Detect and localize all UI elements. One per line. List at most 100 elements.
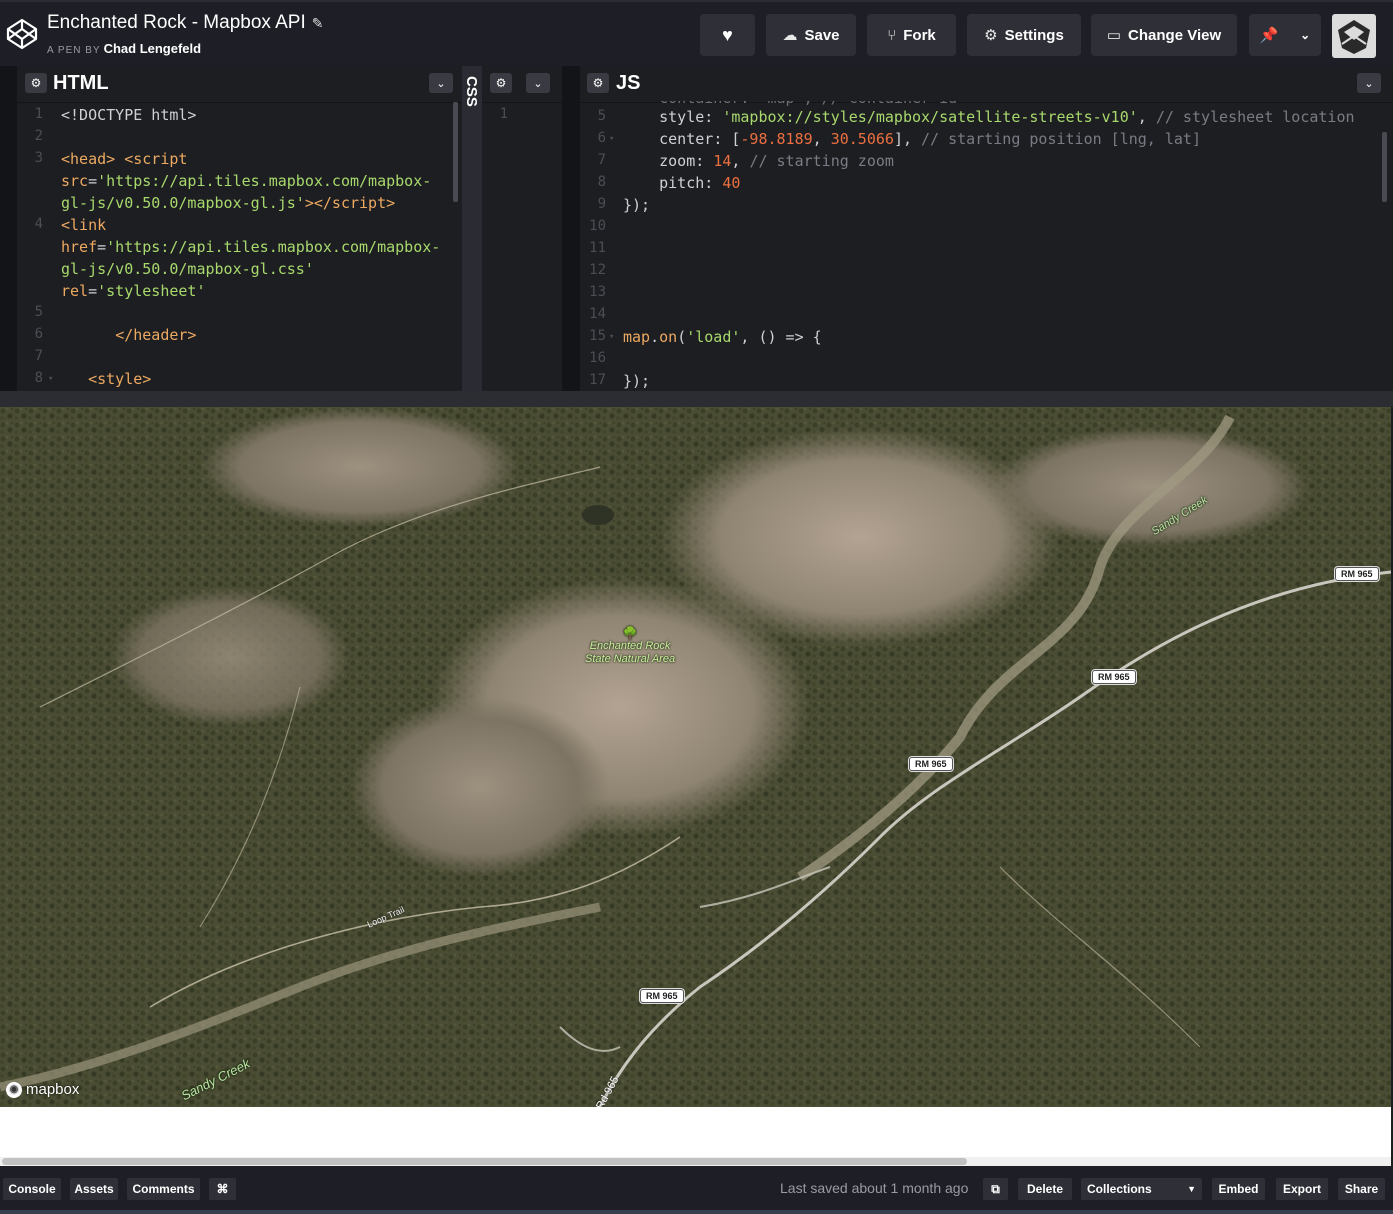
satellite-map[interactable]: 🌳 Enchanted Rock State Natural Area Sand…: [0, 407, 1391, 1107]
js-editor-pane: ⚙ JS ⌄ 5 6 7 8 9 10 11 12 13 14 15 16 17…: [580, 66, 1393, 391]
collections-button[interactable]: Collections ▼: [1081, 1178, 1202, 1200]
scrollbar-thumb[interactable]: [2, 1158, 967, 1165]
pin-button[interactable]: 📌 ⌄: [1249, 14, 1321, 56]
heart-button[interactable]: ♥: [700, 14, 755, 56]
road-shield: RM 965: [640, 989, 684, 1003]
change-view-button[interactable]: ▭ Change View: [1091, 14, 1237, 56]
pin-icon: 📌: [1259, 27, 1279, 44]
park-label-line2: State Natural Area: [585, 653, 676, 665]
mapbox-attribution[interactable]: ◉ mapbox: [6, 1081, 79, 1098]
codepen-logo-icon[interactable]: [6, 18, 38, 50]
line-number: 9: [597, 196, 606, 212]
change-view-label: Change View: [1128, 26, 1222, 44]
user-avatar[interactable]: [1332, 14, 1376, 58]
pen-byline: A PEN BY Chad Lengefeld: [47, 41, 201, 56]
preview-horizontal-scrollbar[interactable]: [0, 1157, 1391, 1166]
avatar-image-icon: [1338, 20, 1370, 54]
comments-button[interactable]: Comments: [127, 1178, 200, 1200]
line-number: 5: [34, 304, 43, 320]
html-editor-pane: ⚙ HTML ⌄ 1 2 3 4 5 6 7 8 ▾ <!DOCTYPE htm…: [17, 66, 462, 391]
code-line: <head> <script: [61, 150, 188, 168]
editor-area: ⚙ HTML ⌄ 1 2 3 4 5 6 7 8 ▾ <!DOCTYPE htm…: [0, 66, 1393, 391]
editor-resize-handle[interactable]: [0, 391, 1393, 407]
js-scrollbar[interactable]: [1382, 132, 1387, 202]
html-editor-title: HTML: [53, 72, 109, 94]
save-button[interactable]: ☁ Save: [766, 14, 856, 56]
collections-label: Collections: [1087, 1182, 1152, 1196]
code-line: rel='stylesheet': [61, 282, 206, 300]
code-line: map.on('load', () => {: [623, 328, 822, 346]
fork-label: Fork: [903, 26, 936, 44]
save-label: Save: [804, 26, 840, 44]
app-header: Enchanted Rock - Mapbox API ✎ A PEN BY Cha…: [0, 0, 1393, 66]
pen-title[interactable]: Enchanted Rock - Mapbox API ✎: [47, 12, 324, 34]
line-number: 10: [589, 218, 606, 234]
line-number: 7: [597, 152, 606, 168]
park-label[interactable]: 🌳 Enchanted Rock State Natural Area: [585, 627, 675, 666]
code-line: <!DOCTYPE html>: [61, 106, 197, 124]
console-button[interactable]: Console: [3, 1178, 61, 1200]
line-number: 8: [597, 174, 606, 190]
code-line: gl-js/v0.50.0/mapbox-gl.js'></script>: [61, 194, 396, 212]
preview-blank-area: [0, 1107, 1391, 1157]
code-line: });: [623, 372, 651, 390]
css-tab-label: CSS: [463, 76, 480, 107]
delete-button[interactable]: Delete: [1018, 1178, 1072, 1200]
gear-icon: ⚙: [984, 27, 998, 44]
fold-arrow-icon[interactable]: ▾: [48, 374, 53, 384]
line-number: 6: [597, 130, 606, 146]
line-number: 14: [589, 306, 606, 322]
line-number: 5: [597, 108, 606, 124]
pen-title-text[interactable]: Enchanted Rock - Mapbox API: [47, 12, 306, 33]
js-collapse-chevron-icon[interactable]: ⌄: [1357, 73, 1381, 93]
road-shield: RM 965: [1335, 567, 1379, 581]
fork-icon: ⑂: [887, 26, 897, 44]
css-settings-gear-icon[interactable]: ⚙: [490, 73, 512, 93]
code-line: <style>: [88, 370, 152, 388]
settings-label: Settings: [1004, 26, 1064, 44]
edit-pencil-icon[interactable]: ✎: [312, 15, 324, 31]
line-number: 12: [589, 262, 606, 278]
css-editor-pane: ⚙ ⌄ 1: [482, 66, 562, 391]
road-shield: RM 965: [1092, 670, 1136, 684]
park-label-line1: Enchanted Rock: [589, 640, 671, 652]
settings-button[interactable]: ⚙ Settings: [967, 14, 1081, 56]
html-settings-gear-icon[interactable]: ⚙: [25, 73, 47, 93]
code-line: <link: [61, 216, 107, 234]
footer-bar: Console Assets Comments ⌘ Last saved abo…: [0, 1166, 1393, 1214]
css-collapse-chevron-icon[interactable]: ⌄: [526, 73, 550, 93]
html-scrollbar[interactable]: [453, 102, 458, 202]
js-editor-title: JS: [616, 72, 641, 94]
css-collapsed-tab[interactable]: CSS: [462, 66, 482, 391]
code-line: });: [623, 196, 651, 214]
code-line: </header>: [115, 326, 197, 344]
export-button[interactable]: Export: [1276, 1178, 1328, 1200]
code-line: href='https://api.tiles.mapbox.com/mapbo…: [61, 238, 441, 256]
fork-button[interactable]: ⑂ Fork: [867, 14, 956, 56]
keyboard-shortcuts-button[interactable]: ⌘: [209, 1178, 236, 1200]
line-number: 15: [589, 328, 606, 344]
last-saved-text: Last saved about 1 month ago: [780, 1180, 969, 1196]
fold-arrow-icon[interactable]: ▾: [609, 134, 614, 144]
cloud-icon: ☁: [782, 27, 798, 44]
js-editor-header: ⚙ JS ⌄: [580, 66, 1393, 103]
open-external-icon[interactable]: ⧉: [983, 1178, 1008, 1200]
line-number: 11: [589, 240, 606, 256]
assets-button[interactable]: Assets: [70, 1178, 118, 1200]
fold-arrow-icon[interactable]: ▾: [609, 332, 614, 342]
bottom-edge: [0, 1210, 1393, 1214]
share-button[interactable]: Share: [1338, 1178, 1385, 1200]
tree-icon: 🌳: [622, 626, 638, 640]
layout-icon: ▭: [1106, 27, 1122, 44]
line-number: 4: [34, 216, 43, 232]
chevron-down-icon[interactable]: ⌄: [1300, 28, 1310, 42]
code-line: style: 'mapbox://styles/mapbox/satellite…: [659, 108, 1355, 126]
code-line: src='https://api.tiles.mapbox.com/mapbox…: [61, 172, 432, 190]
code-line: gl-js/v0.50.0/mapbox-gl.css': [61, 260, 314, 278]
html-collapse-chevron-icon[interactable]: ⌄: [429, 73, 453, 93]
author-link[interactable]: Chad Lengefeld: [104, 41, 202, 56]
embed-button[interactable]: Embed: [1212, 1178, 1265, 1200]
line-number: 3: [34, 150, 43, 166]
js-settings-gear-icon[interactable]: ⚙: [587, 73, 609, 93]
by-label: A PEN BY: [47, 45, 101, 56]
